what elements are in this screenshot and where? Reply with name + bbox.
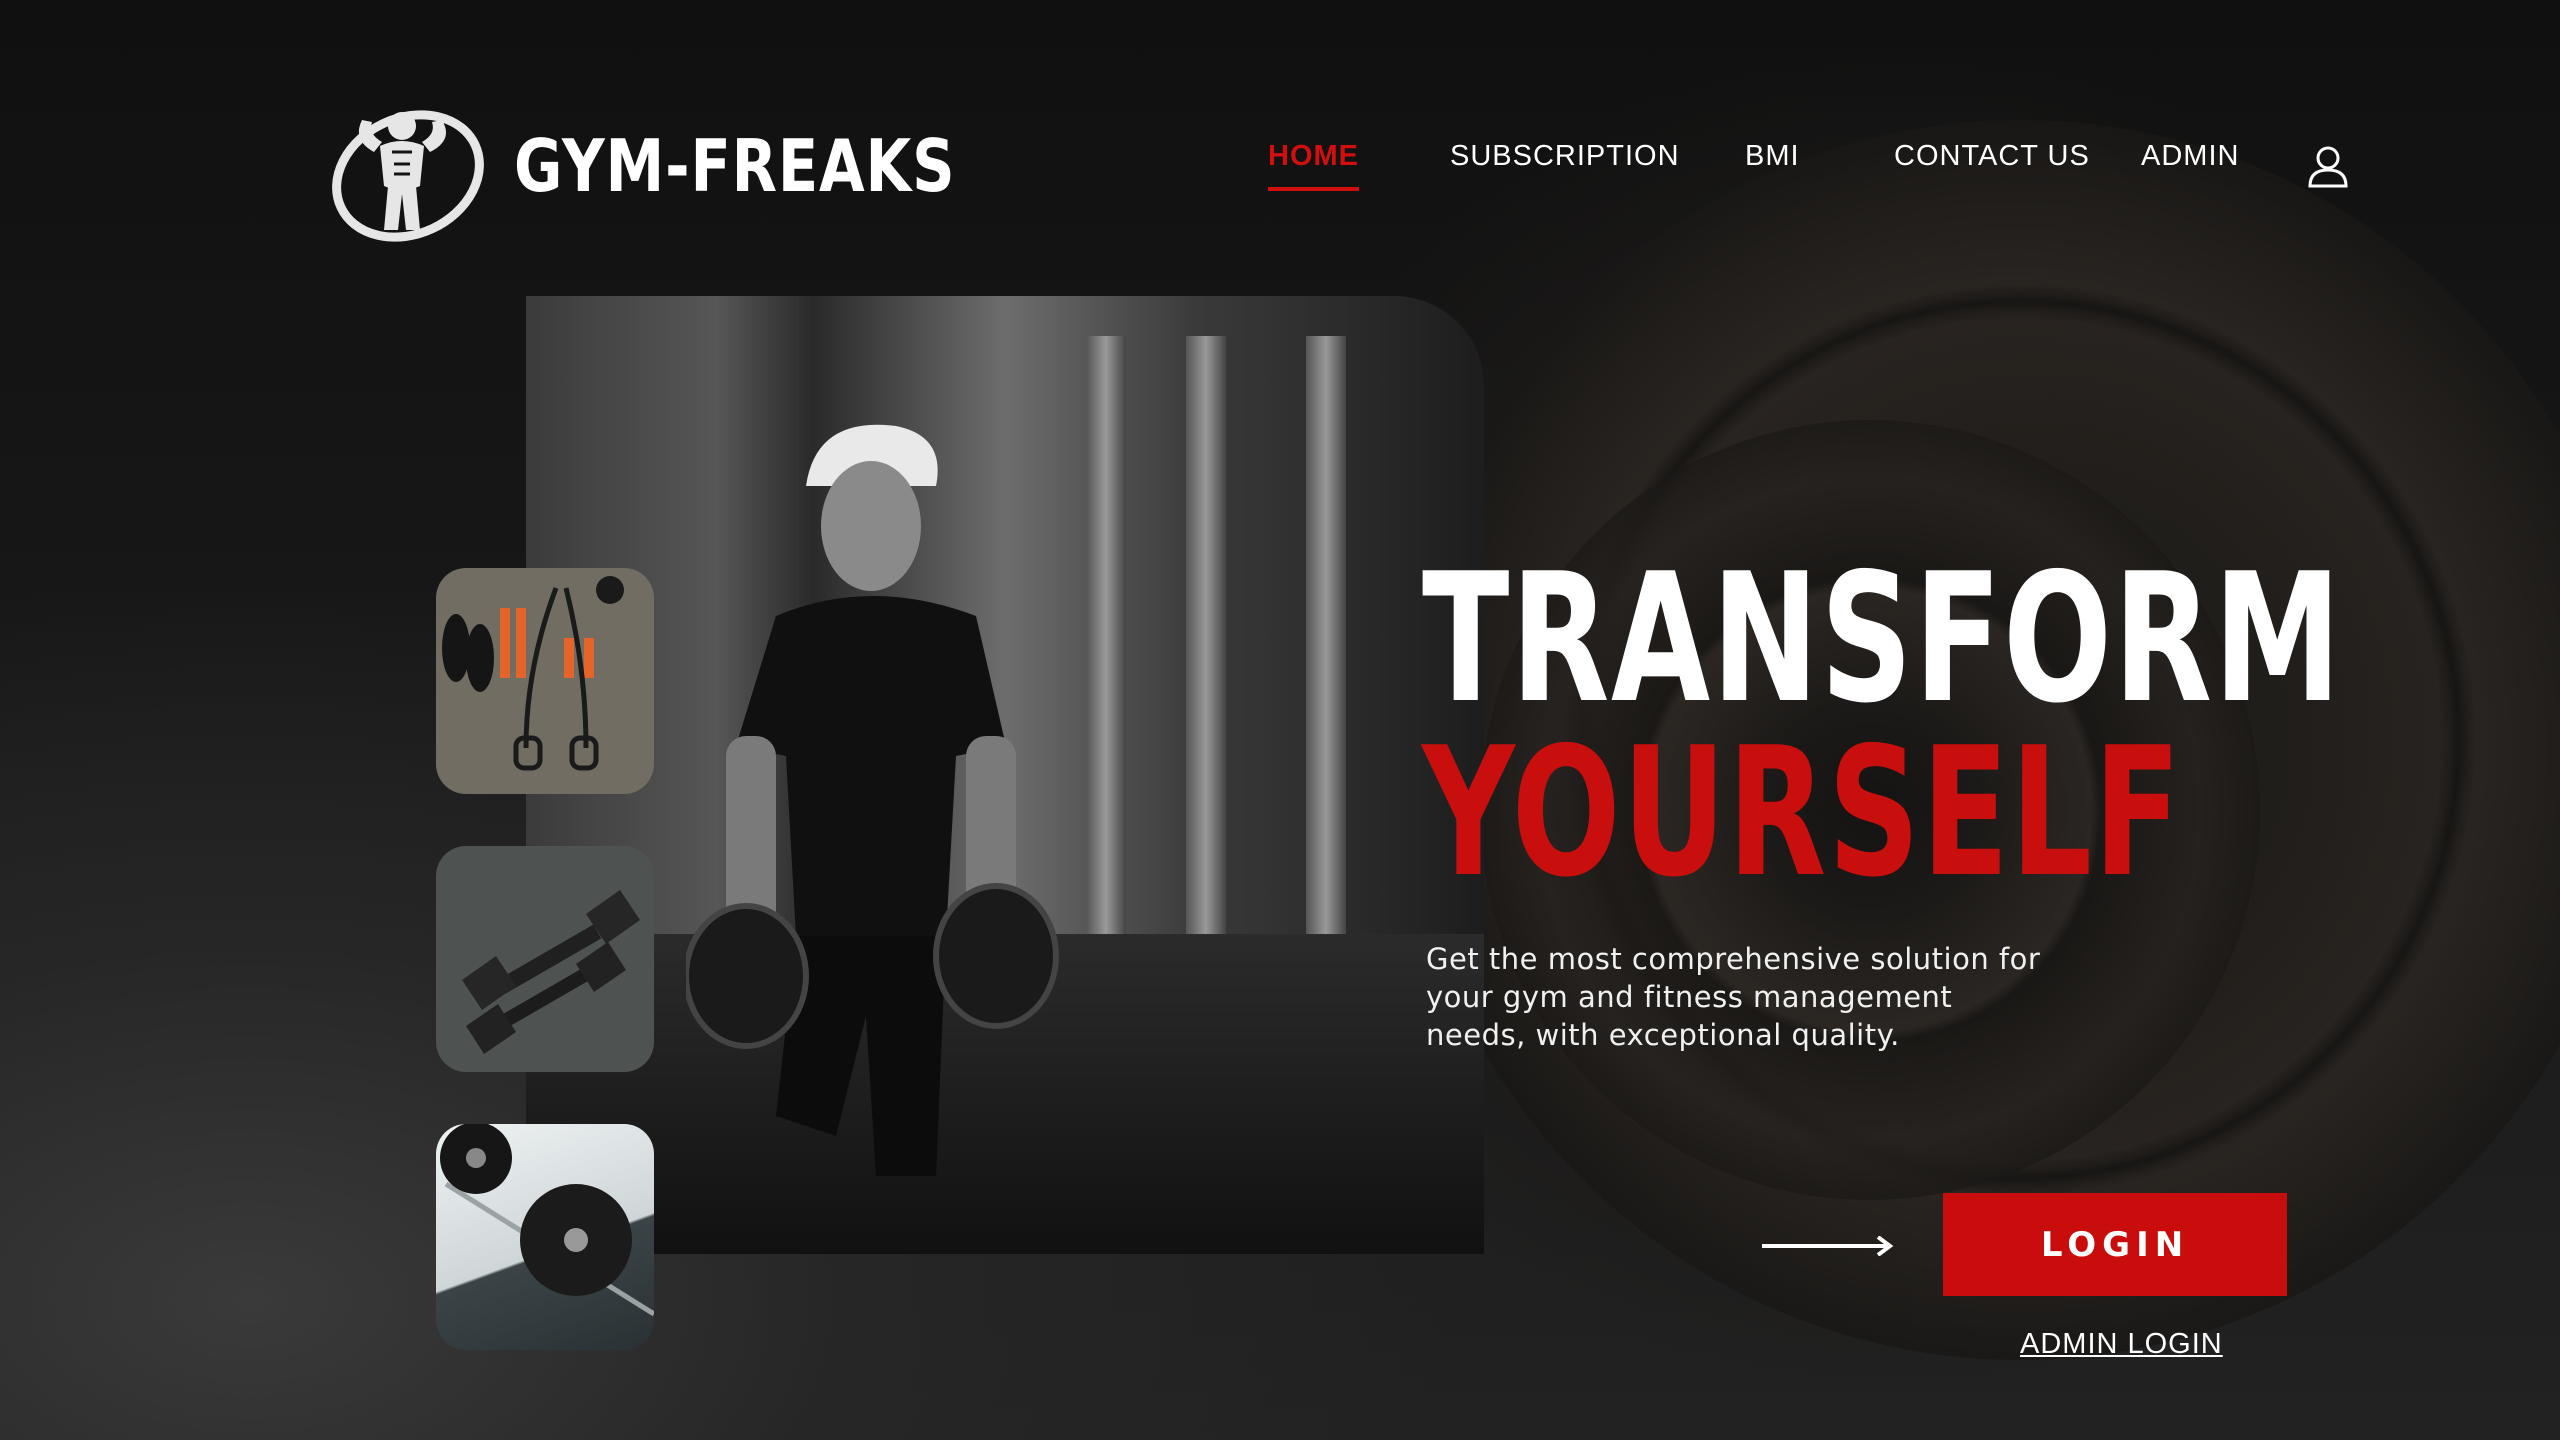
login-button[interactable]: LOGIN (1943, 1193, 2287, 1296)
user-icon[interactable] (2306, 144, 2350, 188)
nav-admin[interactable]: ADMIN (2141, 140, 2239, 173)
resistance-bands-image (442, 576, 624, 771)
barbell-image (440, 1124, 654, 1317)
hero-tagline: Get the most comprehensive solution for … (1426, 942, 2041, 1052)
dumbbells-image (462, 890, 640, 1054)
hero-headline: TRANSFORM YOURSELF (1422, 535, 2560, 917)
hero-photo-athlete (526, 296, 1484, 1254)
nav-home[interactable]: HOME (1268, 140, 1359, 191)
arrow-right-icon (1762, 1236, 1894, 1256)
nav-bmi[interactable]: BMI (1745, 140, 1800, 173)
nav-contact-us[interactable]: CONTACT US (1894, 140, 2090, 173)
admin-login-link[interactable]: ADMIN LOGIN (2020, 1328, 2223, 1361)
nav-subscription[interactable]: SUBSCRIPTION (1450, 140, 1680, 173)
athlete-figure (686, 424, 1059, 1176)
main-nav: HOME SUBSCRIPTION BMI CONTACT US ADMIN (0, 140, 2560, 200)
thumbnail-dumbbells (436, 846, 654, 1072)
headline-transform: TRANSFORM (1422, 535, 2343, 742)
thumbnail-barbell (436, 1124, 654, 1350)
headline-yourself: YOURSELF (1422, 709, 2183, 917)
thumbnail-resistance-bands (436, 568, 654, 794)
